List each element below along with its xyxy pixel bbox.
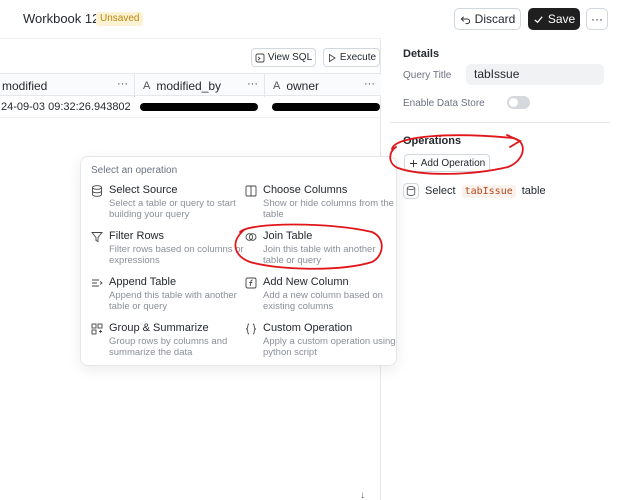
operation-desc: Select a table or query to start buildin… bbox=[109, 198, 236, 220]
step-table-name: tabIssue bbox=[461, 184, 516, 198]
operation-name: Filter Rows bbox=[109, 230, 165, 242]
column-menu-icon[interactable]: ··· bbox=[117, 78, 128, 90]
column-menu-icon[interactable]: ··· bbox=[247, 78, 258, 90]
braces-icon bbox=[245, 323, 257, 335]
discard-label: Discard bbox=[474, 12, 516, 26]
undo-icon bbox=[460, 15, 470, 24]
text-type-icon: A bbox=[273, 79, 281, 92]
results-grid-header: modified ··· A modified_by ··· A owner ·… bbox=[0, 73, 381, 97]
operation-name: Group & Summarize bbox=[109, 322, 209, 334]
database-icon bbox=[403, 183, 419, 199]
sql-icon bbox=[255, 53, 265, 62]
scroll-down-icon[interactable]: ↓ bbox=[360, 490, 365, 500]
details-heading: Details bbox=[403, 48, 440, 60]
more-icon: ··· bbox=[591, 12, 603, 26]
operation-desc: Filter rows based on columns or expressi… bbox=[109, 244, 244, 266]
execute-label: Execute bbox=[339, 52, 377, 63]
redacted-scribble bbox=[272, 103, 380, 111]
text-type-icon: A bbox=[143, 79, 151, 92]
column-name: modified bbox=[2, 78, 48, 93]
group-icon bbox=[91, 323, 103, 335]
operation-desc: Add a new column based on existing colum… bbox=[263, 290, 383, 312]
view-sql-button[interactable]: View SQL bbox=[251, 48, 316, 67]
check-icon bbox=[534, 15, 543, 23]
top-bar: Workbook 12 Unsaved Discard Save ··· bbox=[0, 0, 618, 38]
step-suffix: table bbox=[521, 185, 546, 197]
filter-icon bbox=[91, 232, 103, 243]
operation-desc: Group rows by columns and summarize the … bbox=[109, 336, 228, 358]
unsaved-badge: Unsaved bbox=[96, 12, 144, 26]
column-menu-icon[interactable]: ··· bbox=[364, 78, 375, 90]
save-label: Save bbox=[547, 12, 576, 26]
operation-name: Custom Operation bbox=[263, 322, 353, 334]
divider bbox=[390, 122, 610, 123]
view-sql-label: View SQL bbox=[267, 52, 313, 63]
column-header-modified-by[interactable]: A modified_by ··· bbox=[135, 74, 265, 97]
operation-desc: Join this table with another table or qu… bbox=[263, 244, 376, 266]
operation-picker-popup: Select an operation Select Source Select… bbox=[80, 156, 397, 366]
operation-name: Select Source bbox=[109, 184, 178, 196]
query-title-label: Query Title bbox=[403, 70, 452, 81]
table-row: 24-09-03 09:32:26.943802 bbox=[0, 96, 381, 118]
discard-button[interactable]: Discard bbox=[454, 8, 521, 30]
operation-desc: Append this table with another table or … bbox=[109, 290, 237, 312]
add-operation-button[interactable]: Add Operation bbox=[404, 154, 490, 172]
operation-step-select[interactable]: Select tabIssue table bbox=[403, 182, 546, 200]
enable-data-store-toggle[interactable] bbox=[507, 96, 530, 109]
play-icon bbox=[328, 53, 336, 62]
column-header-modified[interactable]: modified ··· bbox=[0, 74, 135, 97]
column-header-owner[interactable]: A owner ··· bbox=[265, 74, 381, 97]
operations-heading: Operations bbox=[403, 135, 462, 147]
popup-title: Select an operation bbox=[91, 165, 178, 176]
more-options-button[interactable]: ··· bbox=[586, 8, 608, 30]
save-button[interactable]: Save bbox=[528, 8, 580, 30]
operation-name: Add New Column bbox=[263, 276, 349, 288]
append-icon bbox=[92, 279, 103, 287]
execute-button[interactable]: Execute bbox=[323, 48, 380, 67]
step-prefix: Select bbox=[425, 185, 456, 197]
database-icon bbox=[92, 185, 102, 197]
operation-name: Append Table bbox=[109, 276, 177, 288]
operation-desc: Show or hide columns from the table bbox=[263, 198, 394, 220]
operation-desc: Apply a custom operation using python sc… bbox=[263, 336, 396, 358]
operation-name: Choose Columns bbox=[263, 184, 348, 196]
join-icon bbox=[245, 233, 257, 241]
redacted-scribble bbox=[140, 103, 258, 111]
enable-data-store-label: Enable Data Store bbox=[403, 98, 485, 109]
column-name: modified_by bbox=[156, 78, 222, 93]
plus-icon bbox=[409, 159, 417, 167]
workbook-title: Workbook 12 bbox=[23, 11, 100, 26]
function-icon bbox=[245, 277, 257, 289]
cell-modified: 24-09-03 09:32:26.943802 bbox=[1, 101, 131, 113]
operation-name: Join Table bbox=[263, 230, 313, 242]
columns-icon bbox=[245, 185, 257, 197]
query-title-input[interactable]: tabIssue bbox=[466, 64, 604, 85]
right-panel: Details Query Title tabIssue Enable Data… bbox=[382, 38, 618, 500]
add-operation-label: Add Operation bbox=[420, 157, 486, 169]
column-name: owner bbox=[286, 78, 320, 93]
